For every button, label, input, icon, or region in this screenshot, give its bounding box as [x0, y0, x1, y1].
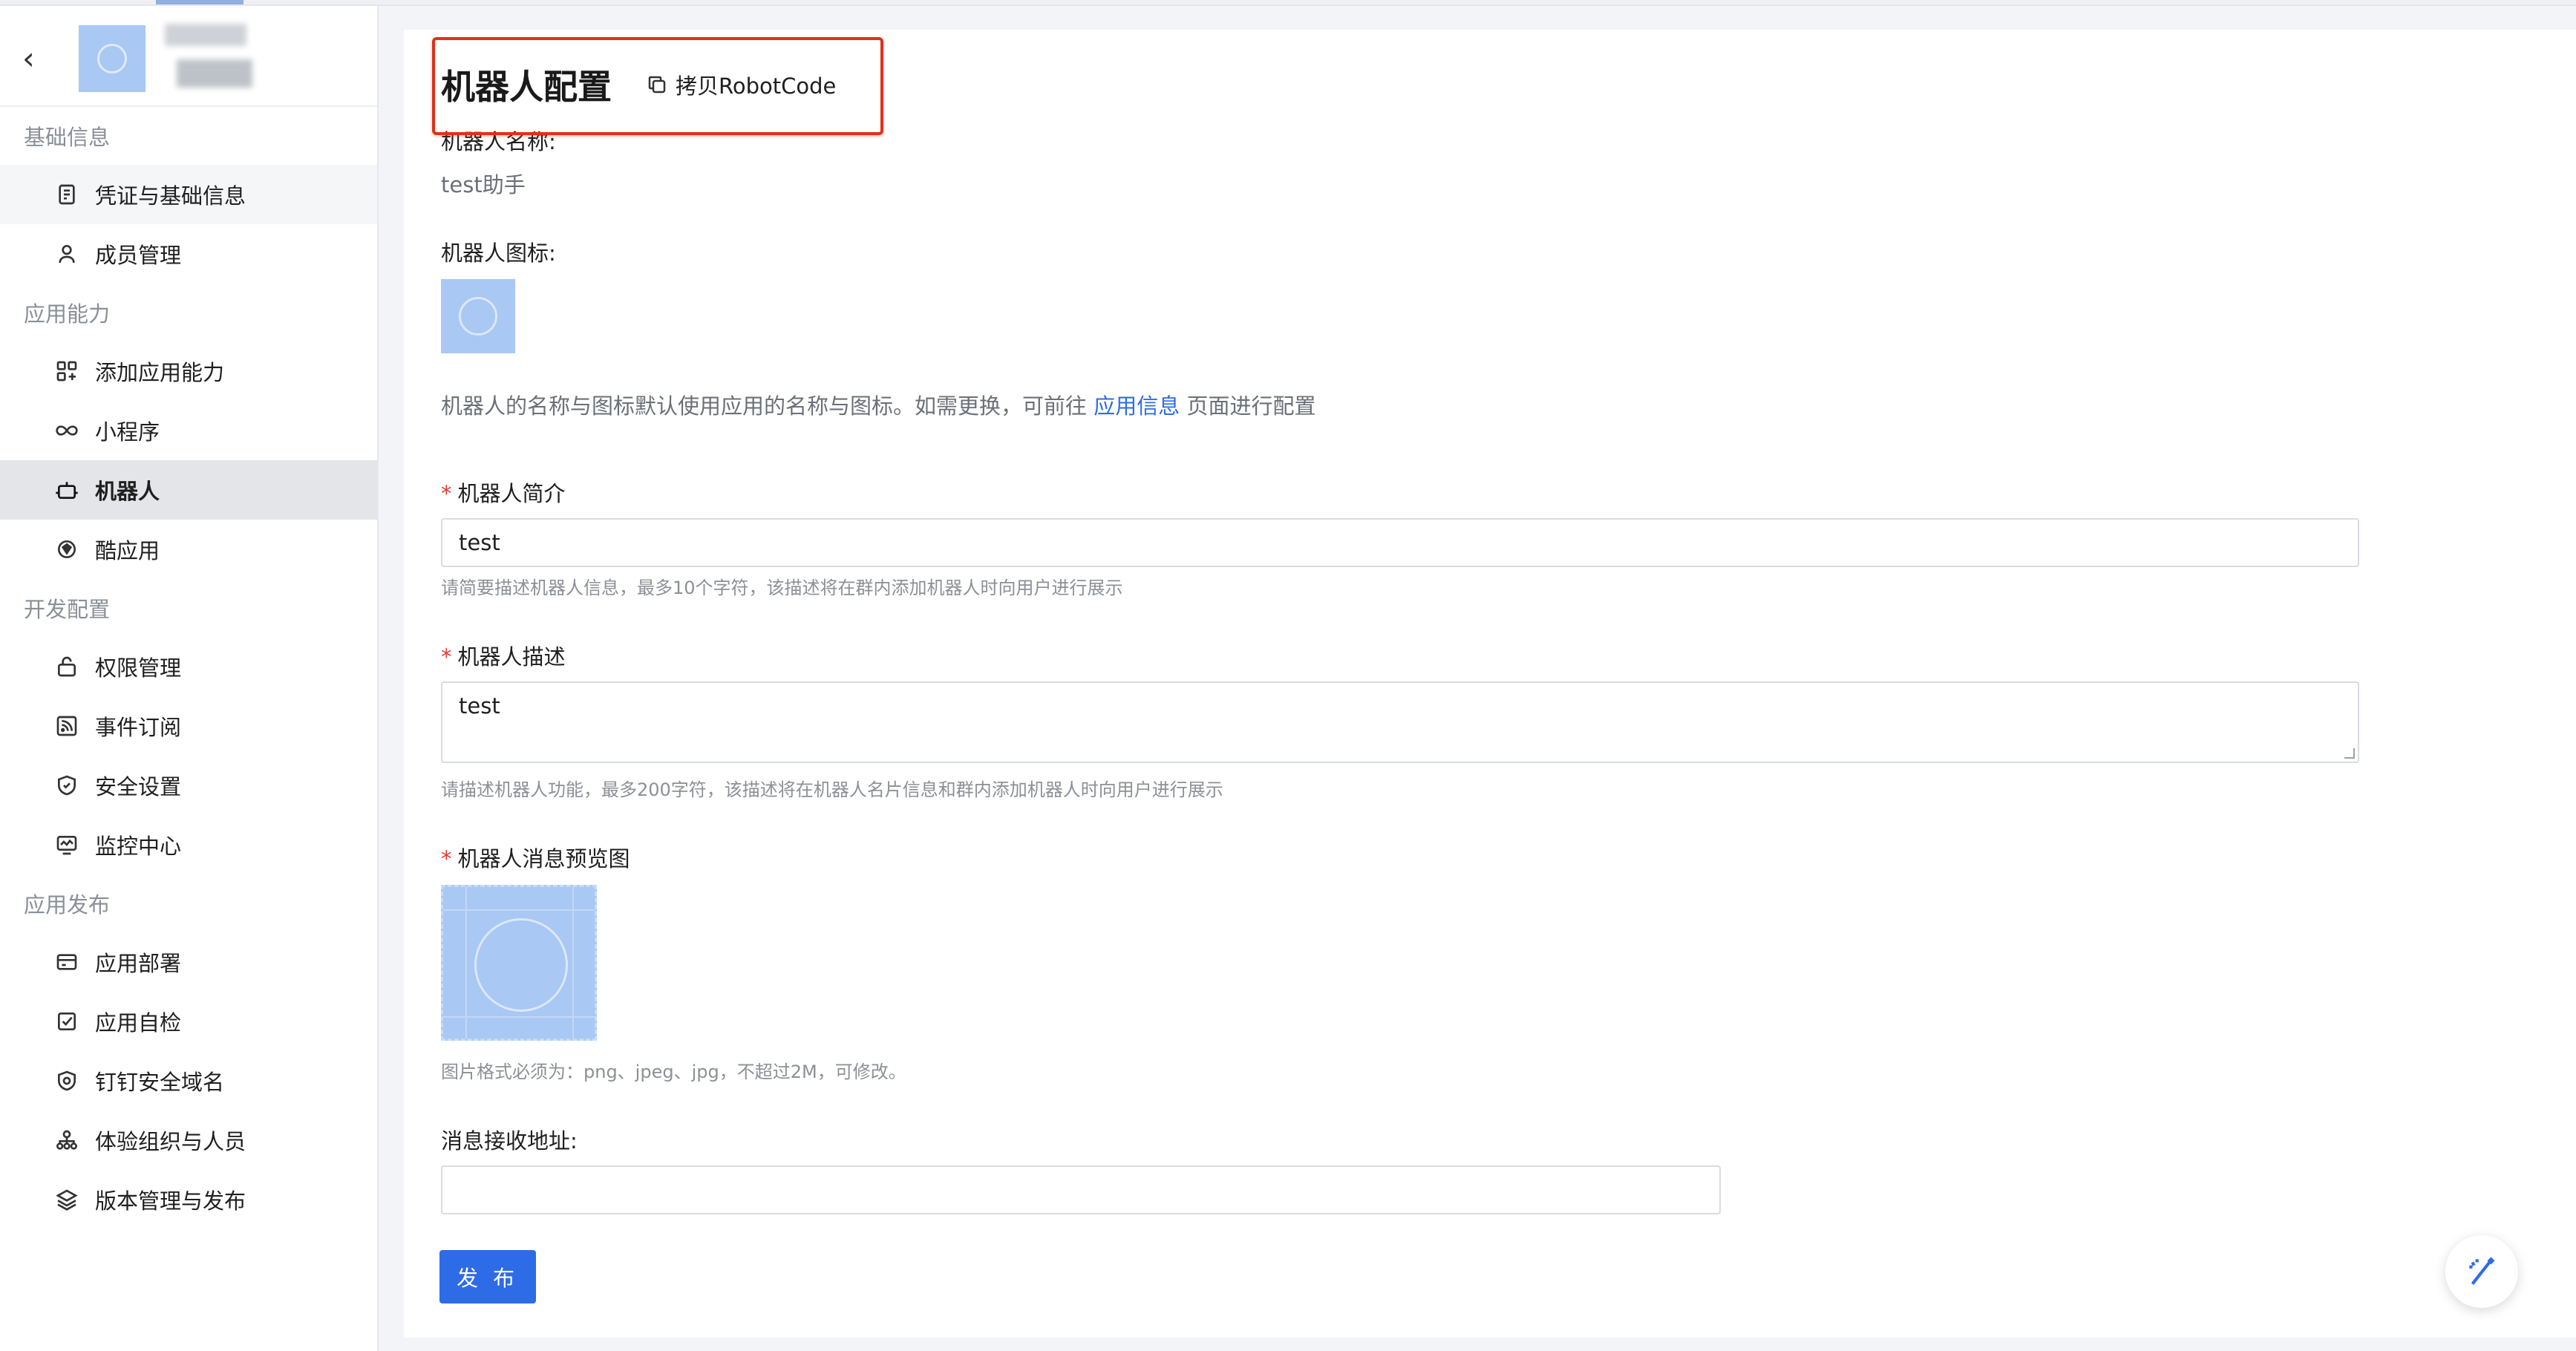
top-tab-indicator [156, 0, 243, 4]
top-strip [0, 0, 2576, 6]
copy-icon [648, 76, 666, 94]
robot-intro-label: * 机器人简介 [441, 477, 566, 508]
app-subtitle-redacted [177, 59, 252, 88]
sidebar-item-label: 权限管理 [95, 655, 182, 681]
message-preview-image[interactable] [441, 885, 597, 1041]
robot-intro-value: test [459, 530, 500, 555]
mini-program-icon [53, 417, 80, 444]
note-text: 机器人的名称与图标默认使用应用的名称与图标。如需更换，可前往 [441, 393, 1088, 419]
robot-name-label: 机器人名称: [441, 129, 556, 154]
name-icon-note: 机器人的名称与图标默认使用应用的名称与图标。如需更换，可前往 应用信息 页面进行… [441, 389, 1315, 420]
sidebar-item-robot[interactable]: 机器人 [0, 460, 377, 520]
group-title-publish: 应用发布 [24, 892, 111, 917]
sidebar-header: ‹ [0, 6, 377, 107]
sidebar: ‹ 基础信息 凭证与基础信息 成员管理 应用能力 添加应用能力 小程序 机器人 … [0, 6, 379, 1351]
robot-preview-hint: 图片格式必须为：png、jpeg、jpg，不超过2M，可修改。 [441, 1062, 906, 1082]
endpoint-label: 消息接收地址: [441, 1128, 578, 1154]
sidebar-item-security[interactable]: 安全设置 [0, 756, 377, 815]
sidebar-item-label: 添加应用能力 [95, 360, 225, 385]
sidebar-item-event-subscription[interactable]: 事件订阅 [0, 696, 377, 756]
robot-description-textarea[interactable]: test [441, 681, 2359, 763]
shield-icon [53, 772, 80, 799]
group-title-capability: 应用能力 [24, 301, 111, 327]
sidebar-item-deploy[interactable]: 应用部署 [0, 932, 377, 992]
copy-robotcode-label: 拷贝RobotCode [676, 73, 837, 99]
ai-assistant-button[interactable] [2445, 1235, 2518, 1308]
sidebar-item-label: 应用部署 [95, 951, 182, 976]
sidebar-item-label: 成员管理 [95, 243, 182, 268]
magic-wand-icon [2469, 1257, 2495, 1285]
app-info-link[interactable]: 应用信息 [1094, 393, 1180, 419]
sidebar-item-permission[interactable]: 权限管理 [0, 637, 377, 696]
sidebar-item-label: 酷应用 [95, 538, 160, 563]
credential-icon [53, 181, 80, 208]
sidebar-item-label: 事件订阅 [95, 715, 182, 740]
endpoint-input[interactable] [441, 1165, 1721, 1214]
sidebar-item-cool-app[interactable]: 酷应用 [0, 520, 377, 579]
user-icon [53, 241, 80, 267]
sidebar-item-mini-program[interactable]: 小程序 [0, 401, 377, 460]
sidebar-item-label: 小程序 [95, 419, 160, 445]
sidebar-item-members[interactable]: 成员管理 [0, 224, 377, 284]
robot-icon [53, 477, 80, 503]
sidebar-item-label: 凭证与基础信息 [95, 183, 246, 209]
sidebar-item-label: 钉钉安全域名 [95, 1070, 225, 1095]
robot-description-hint: 请描述机器人功能，最多200字符，该描述将在机器人名片信息和群内添加机器人时向用… [441, 779, 1223, 800]
sidebar-item-add-capability[interactable]: 添加应用能力 [0, 341, 377, 401]
robot-preview-label-text: 机器人消息预览图 [457, 846, 630, 871]
panel-header: 机器人配置 拷贝RobotCode [441, 61, 836, 108]
sidebar-item-label: 监控中心 [95, 834, 182, 859]
sidebar-item-trial-org[interactable]: 体验组织与人员 [0, 1110, 377, 1170]
required-mark: * [441, 481, 452, 506]
checklist-icon [53, 1008, 80, 1035]
robot-intro-hint: 请简要描述机器人信息，最多10个字符，该描述将在群内添加机器人时向用户进行展示 [441, 578, 1123, 598]
sidebar-item-label: 机器人 [95, 479, 160, 504]
cool-app-icon [53, 536, 80, 563]
sidebar-item-label: 版本管理与发布 [95, 1188, 246, 1214]
robot-icon-label: 机器人图标: [441, 241, 556, 266]
sidebar-item-domain[interactable]: 钉钉安全域名 [0, 1051, 377, 1110]
robot-description-label-text: 机器人描述 [457, 644, 566, 670]
resize-handle[interactable] [2344, 748, 2355, 759]
robot-intro-label-text: 机器人简介 [457, 481, 566, 506]
robot-preview-label: * 机器人消息预览图 [441, 842, 630, 873]
layers-icon [53, 1186, 80, 1213]
robot-intro-input[interactable]: test [441, 518, 2359, 567]
rss-icon [53, 713, 80, 739]
copy-robotcode-button[interactable]: 拷贝RobotCode [646, 69, 836, 100]
deploy-icon [53, 949, 80, 975]
robot-description-value: test [459, 693, 500, 719]
required-mark: * [441, 846, 452, 871]
domain-shield-icon [53, 1067, 80, 1094]
org-icon [53, 1127, 80, 1154]
sidebar-item-version[interactable]: 版本管理与发布 [0, 1170, 377, 1229]
publish-button[interactable]: 发 布 [439, 1250, 536, 1303]
chevron-left-icon[interactable]: ‹ [22, 43, 35, 74]
note-text-suffix: 页面进行配置 [1186, 393, 1316, 419]
sidebar-item-label: 体验组织与人员 [95, 1129, 246, 1154]
required-mark: * [441, 644, 452, 670]
sidebar-item-monitor[interactable]: 监控中心 [0, 815, 377, 874]
app-logo [79, 25, 146, 92]
robot-avatar [441, 279, 515, 353]
sidebar-item-self-check[interactable]: 应用自检 [0, 992, 377, 1051]
robot-config-panel: 机器人配置 拷贝RobotCode 机器人名称: test助手 机器人图标: 机… [404, 30, 2576, 1338]
group-title-dev: 开发配置 [24, 597, 111, 622]
sidebar-item-label: 应用自检 [95, 1010, 182, 1036]
add-capability-icon [53, 358, 80, 385]
app-name-redacted [165, 24, 246, 46]
sidebar-item-label: 安全设置 [95, 774, 182, 799]
permission-icon [53, 653, 80, 680]
sidebar-item-credentials[interactable]: 凭证与基础信息 [0, 165, 377, 224]
robot-name-value: test助手 [441, 172, 526, 197]
robot-description-label: * 机器人描述 [441, 640, 566, 671]
group-title-basic: 基础信息 [24, 125, 111, 150]
monitor-icon [53, 831, 80, 858]
page-title: 机器人配置 [441, 67, 612, 107]
